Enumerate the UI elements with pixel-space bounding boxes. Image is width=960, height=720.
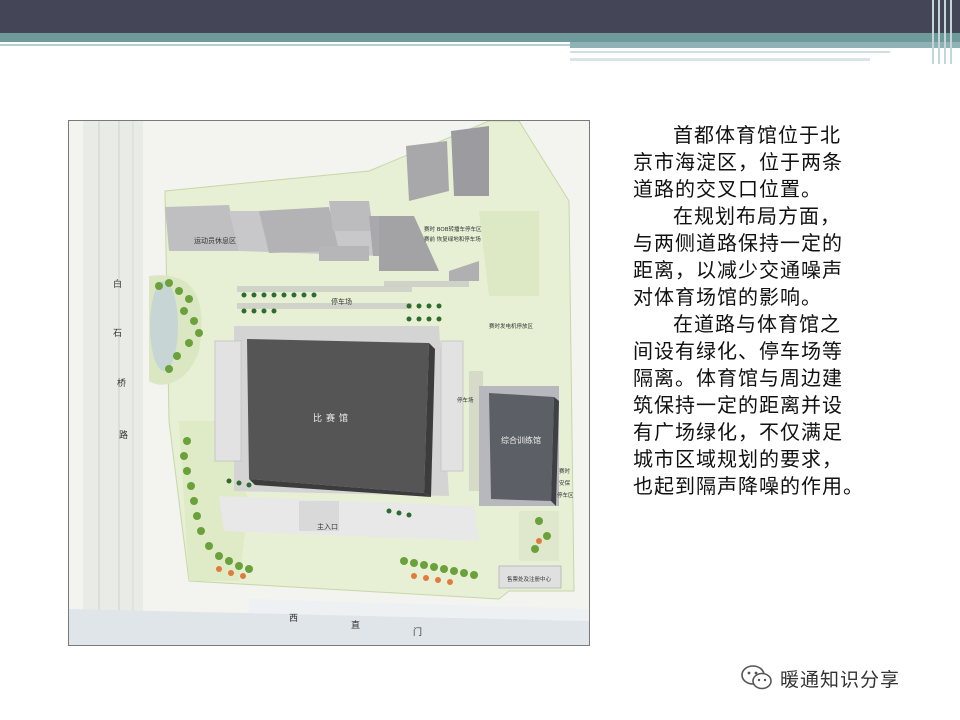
label-parking-2: 停车场: [457, 396, 474, 404]
paragraph-2-line-4: 对体育场馆的影响。: [633, 285, 822, 309]
header-rule-right: [570, 51, 890, 53]
slide-body-text: 首都体育馆位于北 京市海淀区，位于两条 道路的交叉口位置。 在规划布局方面， 与…: [633, 122, 893, 500]
label-security-1: 赛时: [559, 467, 571, 475]
paragraph-3-line-6: 城市区域规划的要求，: [633, 447, 843, 471]
paragraph-3-line-3: 隔离。体育馆与周边建: [633, 366, 843, 390]
paragraph-2-line-1: 在规划布局方面，: [673, 204, 841, 228]
header-corner-stripes: [928, 0, 960, 64]
road-label-h1: 西: [289, 613, 298, 624]
paragraph-2-line-3: 距离，以减少交通噪声: [633, 258, 843, 282]
paragraph-1-line-3: 道路的交叉口位置。: [633, 177, 822, 201]
header-rule-right-lower: [570, 58, 870, 61]
label-parking: 停车场: [331, 297, 352, 306]
label-main-hall: 比赛馆: [313, 412, 352, 424]
paragraph-3-line-7: 也起到隔声降噪的作用。: [633, 474, 864, 498]
label-ticket-center: 售票处及注册中心: [507, 575, 552, 583]
label-main-entrance: 主入口: [317, 522, 338, 531]
label-bob-parking: 赛时 BOB转播车停车区: [424, 225, 482, 233]
header-bar: [0, 0, 960, 33]
paragraph-2-line-2: 与两侧道路保持一定的: [633, 231, 843, 255]
road-label-v4: 路: [119, 429, 128, 441]
brand-name: 暖通知识分享: [780, 668, 901, 691]
road-label-h2: 直: [351, 619, 360, 631]
label-training-hall: 综合训练馆: [501, 435, 541, 445]
label-security-2: 安保: [559, 479, 571, 487]
label-tv-parking: 赛前 恢复绿地和停车场: [424, 235, 481, 243]
header-accent-stripe-right: [570, 42, 960, 48]
road-label-v2: 石: [113, 329, 122, 339]
label-generator-area: 赛时发电机停放区: [489, 322, 534, 330]
header-rule: [0, 44, 570, 46]
paragraph-3-line-5: 有广场绿化，不仅满足: [633, 420, 843, 444]
road-label-h3: 门: [413, 626, 422, 638]
label-athlete-rest: 运动员休息区: [194, 236, 236, 245]
watermark: 暖通知识分享: [740, 660, 900, 696]
road-label-v1: 白: [113, 278, 122, 290]
paragraph-1-line-2: 京市海淀区，位于两条: [633, 150, 843, 174]
paragraph-3-line-2: 间设有绿化、停车场等: [633, 339, 843, 363]
paragraph-3-line-1: 在道路与体育馆之: [673, 312, 841, 336]
paragraph-3-line-4: 筑保持一定的距离并设: [633, 393, 843, 417]
label-security-3: 停车区: [557, 491, 574, 499]
site-plan-image: 运动员休息区 停车场 比赛馆 综合训练馆 主入口 赛时 BOB转播车停车区 赛前…: [68, 120, 590, 646]
paragraph-1-line-1: 首都体育馆位于北: [673, 123, 841, 147]
road-label-v3: 桥: [117, 377, 126, 389]
header-accent-stripe: [0, 33, 960, 42]
wechat-icon: [741, 665, 772, 690]
